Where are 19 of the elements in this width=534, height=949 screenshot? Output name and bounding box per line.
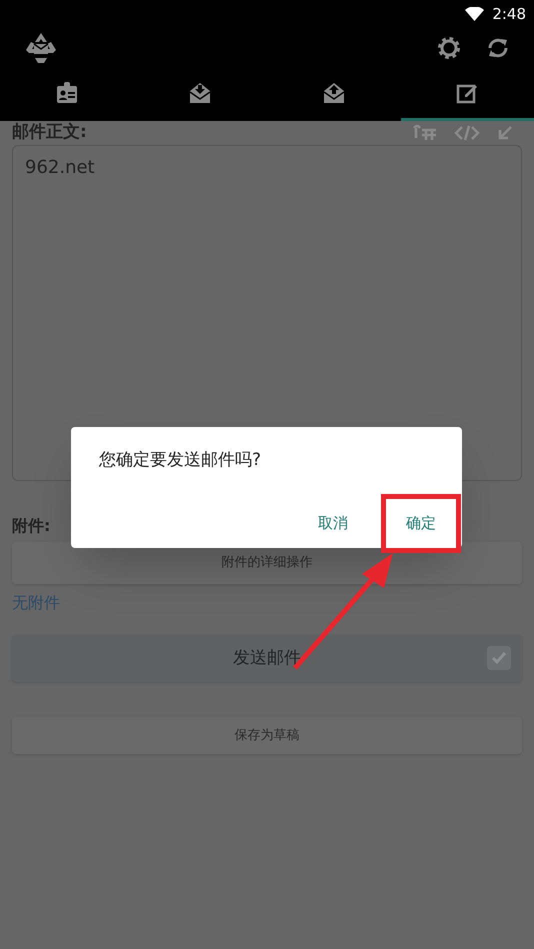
- envelope-up-icon: [322, 81, 346, 105]
- dialog-button[interactable]: 确定: [398, 508, 444, 539]
- body-text: 962.net: [25, 157, 95, 178]
- attachments-label: 附件:: [12, 515, 50, 537]
- wifi-icon: [465, 7, 484, 21]
- checkbox[interactable]: [487, 646, 511, 670]
- dialog-message: 您确定要发送邮件吗?: [99, 450, 262, 470]
- dialog-button[interactable]: 取消: [310, 508, 356, 539]
- settings-icon[interactable]: [436, 35, 462, 61]
- recycle-envelope-icon[interactable]: [24, 32, 58, 64]
- id-badge-icon: [54, 81, 79, 105]
- clock: 2:48: [492, 4, 526, 25]
- save-draft-button[interactable]: 保存为草稿: [12, 717, 522, 754]
- no-attachments-text: 无附件: [12, 592, 60, 614]
- envelope-down-icon: [188, 81, 212, 105]
- send-mail-button[interactable]: 发送邮件: [12, 635, 522, 682]
- check-icon: [491, 651, 507, 665]
- refresh-icon[interactable]: [486, 36, 510, 60]
- body-label: 邮件正文:: [12, 121, 87, 144]
